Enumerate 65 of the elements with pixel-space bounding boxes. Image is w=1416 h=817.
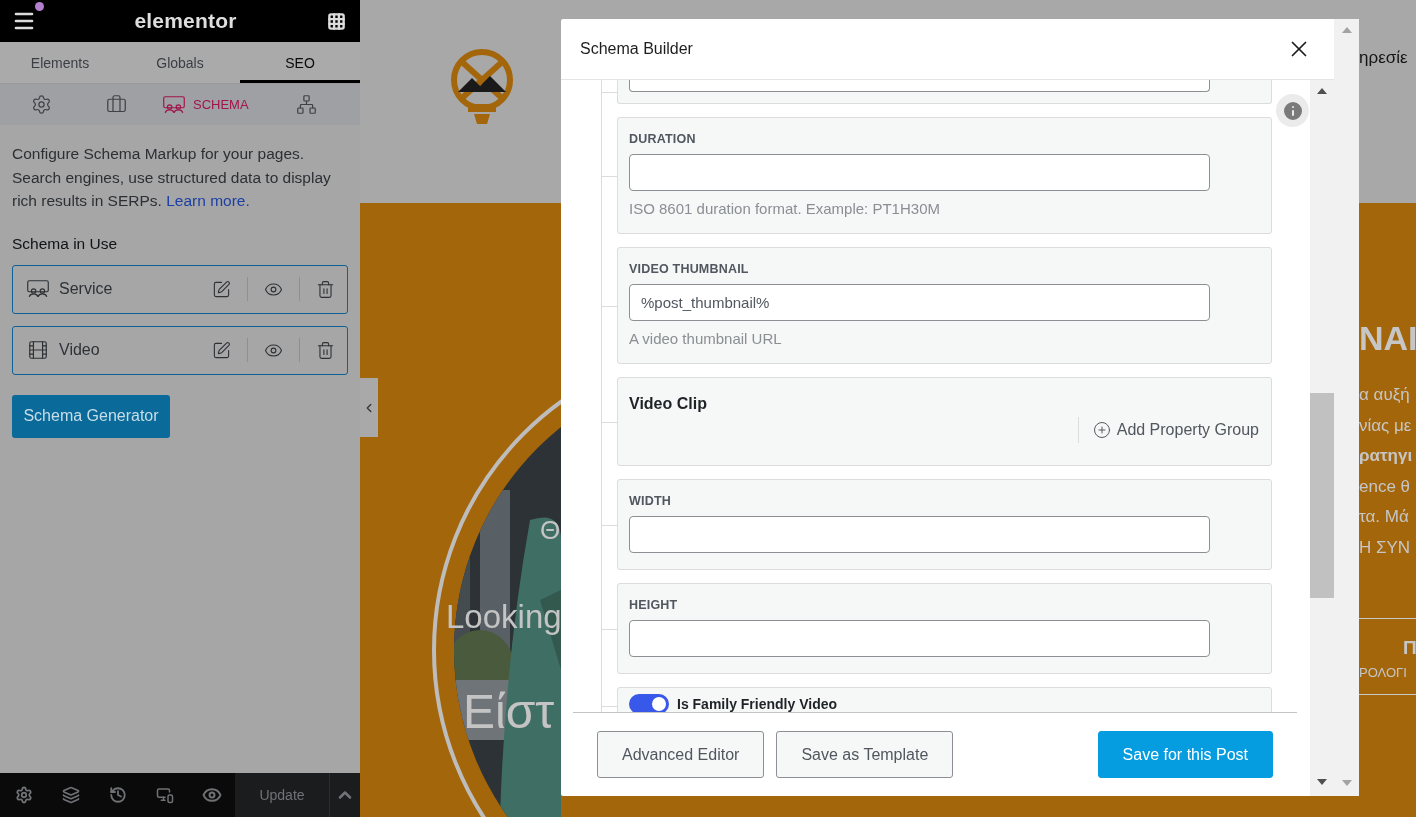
body-text: ρατηγι <box>1359 445 1414 468</box>
lightbulb-logo-icon <box>448 48 516 126</box>
settings-icon <box>31 94 52 115</box>
add-property-group-button[interactable]: Add Property Group <box>1092 421 1259 439</box>
info-button[interactable] <box>1276 94 1309 127</box>
expand-button[interactable] <box>330 773 360 817</box>
scroll-up-arrow-icon[interactable] <box>1317 88 1327 94</box>
schema-name: Service <box>59 280 114 298</box>
history-icon[interactable] <box>108 786 127 804</box>
film-icon <box>27 339 49 361</box>
settings-icon[interactable] <box>14 786 33 804</box>
network-icon <box>296 94 317 115</box>
scrollbar[interactable] <box>1310 80 1334 796</box>
field-label: VIDEO THUMBNAIL <box>629 262 750 276</box>
body-text: νίας με <box>1359 414 1413 437</box>
hero-text: Είστ <box>463 688 555 736</box>
presentation-icon <box>163 95 185 114</box>
plus-icon <box>1092 421 1111 439</box>
group-title: Video Clip <box>629 395 708 413</box>
help-text: ISO 8601 duration format. Example: PT1H30M <box>629 200 941 217</box>
input-field[interactable] <box>629 154 1210 191</box>
footer-button[interactable]: Advanced Editor <box>597 731 765 778</box>
body-text: ence θ <box>1359 475 1412 498</box>
presentation-icon <box>27 280 49 298</box>
toggle-switch[interactable] <box>629 694 669 712</box>
field-label: DURATION <box>629 132 697 146</box>
field-label: WIDTH <box>629 494 672 508</box>
input-field[interactable]: %post_thumbnail% <box>629 284 1210 321</box>
toggle-label: Is Family Friendly Video <box>677 696 837 712</box>
edit-icon[interactable] <box>212 340 231 360</box>
elementor-logo: elementor <box>134 9 237 33</box>
description-text: Configure Schema Markup for your pages. Search engines, use structured data to display rich results in SERPs. Learn more. <box>12 144 332 211</box>
update-button[interactable]: Update <box>235 773 330 817</box>
body-text: Η ΣΥΝ <box>1359 536 1412 559</box>
preview-icon[interactable] <box>201 785 222 805</box>
layers-icon[interactable] <box>61 786 80 804</box>
hero-text: Θ <box>540 517 561 543</box>
panel-tab[interactable]: Elements <box>0 42 120 83</box>
briefcase-icon <box>106 94 127 115</box>
trash-icon[interactable] <box>316 340 335 360</box>
body-text: α αυξή <box>1359 384 1411 406</box>
dialog-title: Schema Builder <box>580 40 693 58</box>
input-field[interactable] <box>629 516 1210 553</box>
footer-button[interactable]: Save for this Post <box>1097 731 1273 778</box>
trash-icon[interactable] <box>316 279 335 299</box>
input-field[interactable] <box>629 80 1210 92</box>
schema-generator-button[interactable]: Schema Generator <box>12 394 170 438</box>
footer-button[interactable]: Save as Template <box>776 731 954 778</box>
input-field[interactable] <box>629 620 1210 657</box>
menu-text: ηρεσίε <box>1359 48 1409 68</box>
section-heading: Schema in Use <box>12 234 119 253</box>
body-text: τα. Μά <box>1359 506 1410 529</box>
scroll-down-arrow-icon[interactable] <box>1317 779 1327 785</box>
edit-icon[interactable] <box>212 279 231 299</box>
schema-name: Video <box>59 341 101 359</box>
panel-tab[interactable]: Globals <box>120 42 240 83</box>
field-label: HEIGHT <box>629 598 679 612</box>
help-text: A video thumbnail URL <box>629 330 783 347</box>
grid-icon[interactable] <box>327 11 346 31</box>
item-title: Π <box>1403 636 1416 659</box>
learn-more-link[interactable]: Learn more. <box>166 192 250 209</box>
responsive-icon[interactable] <box>155 786 174 804</box>
section-heading: NAI <box>1359 319 1416 358</box>
item-subtitle: ΡΟΛΟΓΙ <box>1359 664 1408 680</box>
schema-tab[interactable]: SCHEMA <box>163 95 296 114</box>
